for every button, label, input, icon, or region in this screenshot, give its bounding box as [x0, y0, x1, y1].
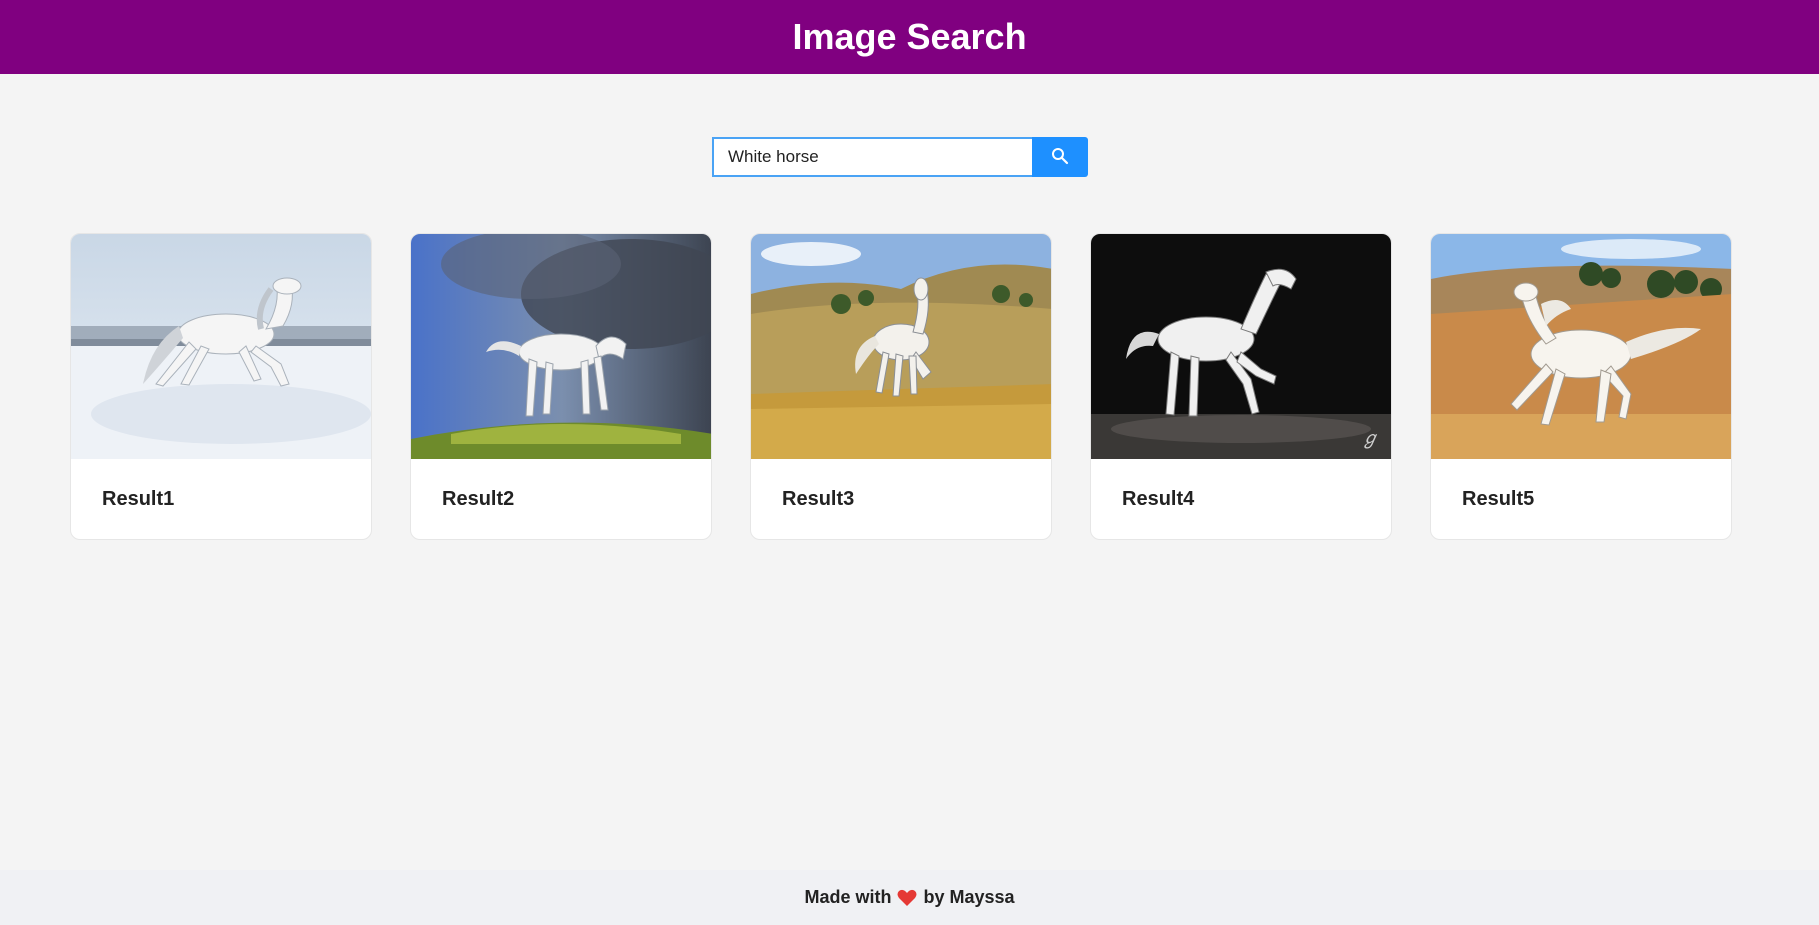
result-title: Result1 [102, 488, 175, 510]
result-image[interactable]: ℊ [1091, 234, 1391, 459]
result-card[interactable]: Result3 [750, 233, 1052, 540]
result-card[interactable]: Result2 [410, 233, 712, 540]
result-image[interactable] [411, 234, 711, 459]
footer: Made with by Mayssa [0, 870, 1819, 925]
heart-icon [897, 889, 917, 907]
search-icon [1051, 147, 1069, 168]
app-header: Image Search [0, 0, 1819, 74]
result-card[interactable]: ℊ Result4 [1090, 233, 1392, 540]
page-title: Image Search [792, 16, 1027, 57]
result-title: Result2 [442, 488, 515, 510]
footer-suffix: by Mayssa [923, 887, 1015, 907]
result-image[interactable] [1431, 234, 1731, 459]
search-button[interactable] [1032, 137, 1088, 177]
search-bar [712, 137, 1088, 177]
result-card[interactable]: Result5 [1430, 233, 1732, 540]
result-image[interactable] [751, 234, 1051, 459]
result-title: Result5 [1462, 488, 1535, 510]
footer-prefix: Made with [804, 887, 892, 907]
svg-text:ℊ: ℊ [1361, 428, 1379, 449]
result-image[interactable] [71, 234, 371, 459]
result-card[interactable]: Result1 [70, 233, 372, 540]
search-input[interactable] [712, 137, 1032, 177]
result-title: Result4 [1122, 488, 1195, 510]
result-title: Result3 [782, 488, 855, 510]
